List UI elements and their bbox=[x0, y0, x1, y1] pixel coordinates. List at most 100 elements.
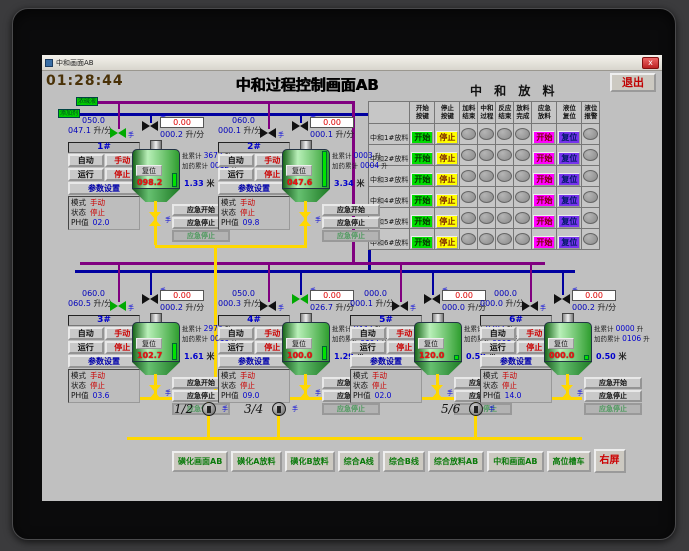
params-button[interactable]: 参数设置 bbox=[68, 182, 140, 195]
nav-button[interactable]: 中和画面AB bbox=[487, 450, 544, 472]
emergency-discharge-button[interactable]: 开始 bbox=[533, 130, 556, 144]
dose-valve-right[interactable] bbox=[142, 121, 158, 131]
feed-setpoint: 000.0 bbox=[364, 289, 387, 298]
feed-valve-left[interactable] bbox=[392, 301, 408, 311]
start-button[interactable]: 开始 bbox=[411, 130, 434, 144]
level-reset-button[interactable]: 复位 bbox=[558, 172, 581, 186]
params-button[interactable]: 参数设置 bbox=[218, 182, 290, 195]
params-button[interactable]: 参数设置 bbox=[480, 355, 552, 368]
clock: 01:28:44 bbox=[46, 73, 124, 89]
nav-button[interactable]: 综合放料AB bbox=[427, 450, 485, 472]
emergency-start-button[interactable]: 应急开始 bbox=[584, 377, 642, 389]
emergency-start-button[interactable]: 应急开始 bbox=[322, 204, 380, 216]
feed-valve-left[interactable] bbox=[110, 301, 126, 311]
level-reset-button[interactable]: 复位 bbox=[558, 235, 581, 249]
level-reset-button[interactable]: 复位 bbox=[558, 193, 581, 207]
pipe-manifold bbox=[127, 437, 582, 440]
feed-valve-left[interactable] bbox=[110, 128, 126, 138]
tank-reset-button[interactable]: 复位 bbox=[418, 338, 444, 349]
discharge-valve[interactable] bbox=[149, 212, 161, 226]
dose-valve-right[interactable] bbox=[424, 294, 440, 304]
nav-button[interactable]: 高位槽车 bbox=[546, 450, 591, 472]
mode-value: 手动 bbox=[90, 371, 105, 380]
run-button[interactable]: 运行 bbox=[350, 341, 386, 354]
tank-reset-button[interactable]: 复位 bbox=[136, 338, 162, 349]
start-button[interactable]: 开始 bbox=[411, 214, 434, 228]
stop-button[interactable]: 停止 bbox=[436, 193, 459, 207]
pump-icon[interactable] bbox=[469, 402, 483, 416]
start-button[interactable]: 开始 bbox=[411, 151, 434, 165]
pump-icon[interactable] bbox=[272, 402, 286, 416]
stop-button[interactable]: 停止 bbox=[436, 151, 459, 165]
emergency-stop-disabled-button[interactable]: 应急停止 bbox=[322, 230, 380, 242]
feed-valve-left[interactable] bbox=[260, 128, 276, 138]
column-header: 停止 按键 bbox=[434, 101, 461, 124]
params-button[interactable]: 参数设置 bbox=[350, 355, 422, 368]
nav-button[interactable]: 磺化B放料 bbox=[284, 450, 335, 472]
exit-button[interactable]: 退出 bbox=[610, 73, 656, 92]
manual-tag: 手 bbox=[278, 305, 285, 312]
emergency-stop-disabled-button[interactable]: 应急停止 bbox=[584, 403, 642, 415]
emergency-stop-button[interactable]: 应急停止 bbox=[322, 217, 380, 229]
dose-valve-right[interactable] bbox=[554, 294, 570, 304]
close-icon[interactable]: x bbox=[642, 56, 659, 69]
emergency-discharge-button[interactable]: 开始 bbox=[533, 151, 556, 165]
auto-button[interactable]: 自动 bbox=[218, 154, 254, 167]
start-button[interactable]: 开始 bbox=[411, 172, 434, 186]
feed-valve-left[interactable] bbox=[260, 301, 276, 311]
emergency-stop-button[interactable]: 应急停止 bbox=[584, 390, 642, 402]
run-button[interactable]: 运行 bbox=[68, 168, 104, 181]
nav-button[interactable]: 磺化画面AB bbox=[172, 450, 229, 472]
level-text: 1.33 米 bbox=[184, 178, 215, 189]
dose-valve-right[interactable] bbox=[292, 121, 308, 131]
discharge-valve[interactable] bbox=[561, 385, 573, 399]
emergency-discharge-button[interactable]: 开始 bbox=[533, 172, 556, 186]
neutralize-process-lamp bbox=[479, 149, 495, 161]
feed-valve-left[interactable] bbox=[522, 301, 538, 311]
column-header: 加料 结束 bbox=[459, 101, 479, 124]
stop-button[interactable]: 停止 bbox=[436, 214, 459, 228]
pump-icon[interactable] bbox=[202, 402, 216, 416]
run-button[interactable]: 运行 bbox=[218, 168, 254, 181]
stop-button[interactable]: 停止 bbox=[436, 130, 459, 144]
discharge-valve[interactable] bbox=[299, 212, 311, 226]
level-reset-button[interactable]: 复位 bbox=[558, 214, 581, 228]
tank-reset-button[interactable]: 复位 bbox=[286, 338, 312, 349]
discharge-valve[interactable] bbox=[431, 385, 443, 399]
params-button[interactable]: 参数设置 bbox=[68, 355, 140, 368]
emergency-discharge-button[interactable]: 开始 bbox=[533, 235, 556, 249]
auto-button[interactable]: 自动 bbox=[68, 327, 104, 340]
run-button[interactable]: 运行 bbox=[68, 341, 104, 354]
discharge-valve[interactable] bbox=[299, 385, 311, 399]
emergency-discharge-button[interactable]: 开始 bbox=[533, 193, 556, 207]
pump-unit: 5/6 手 bbox=[441, 402, 511, 416]
start-button[interactable]: 开始 bbox=[411, 235, 434, 249]
tank-reset-button[interactable]: 复位 bbox=[286, 165, 312, 176]
nav-button[interactable]: 综合A线 bbox=[337, 450, 380, 472]
auto-button[interactable]: 自动 bbox=[218, 327, 254, 340]
emergency-discharge-button[interactable]: 开始 bbox=[533, 214, 556, 228]
dose-valve-right[interactable] bbox=[142, 294, 158, 304]
level-reset-button[interactable]: 复位 bbox=[558, 151, 581, 165]
dose-valve-right[interactable] bbox=[292, 294, 308, 304]
nav-button[interactable]: 磺化A放料 bbox=[231, 450, 282, 472]
right-screen-button[interactable]: 右屏 bbox=[593, 449, 626, 473]
dose-actual-value: 000.2 bbox=[572, 303, 595, 312]
run-button[interactable]: 运行 bbox=[218, 341, 254, 354]
params-button[interactable]: 参数设置 bbox=[218, 355, 290, 368]
auto-button[interactable]: 自动 bbox=[350, 327, 386, 340]
level-reset-button[interactable]: 复位 bbox=[558, 130, 581, 144]
tank-reset-button[interactable]: 复位 bbox=[548, 338, 574, 349]
discharge-valve[interactable] bbox=[149, 385, 161, 399]
tank-vessel: 复位 100.0 bbox=[282, 322, 330, 362]
start-button[interactable]: 开始 bbox=[411, 193, 434, 207]
auto-button[interactable]: 自动 bbox=[480, 327, 516, 340]
stop-button[interactable]: 停止 bbox=[436, 172, 459, 186]
stop-button[interactable]: 停止 bbox=[436, 235, 459, 249]
feed-actual-value: 000.3 bbox=[218, 299, 241, 308]
emergency-buttons: 应急开始 应急停止 应急停止 bbox=[322, 204, 380, 242]
nav-button[interactable]: 综合B线 bbox=[382, 450, 425, 472]
run-button[interactable]: 运行 bbox=[480, 341, 516, 354]
tank-reset-button[interactable]: 复位 bbox=[136, 165, 162, 176]
auto-button[interactable]: 自动 bbox=[68, 154, 104, 167]
